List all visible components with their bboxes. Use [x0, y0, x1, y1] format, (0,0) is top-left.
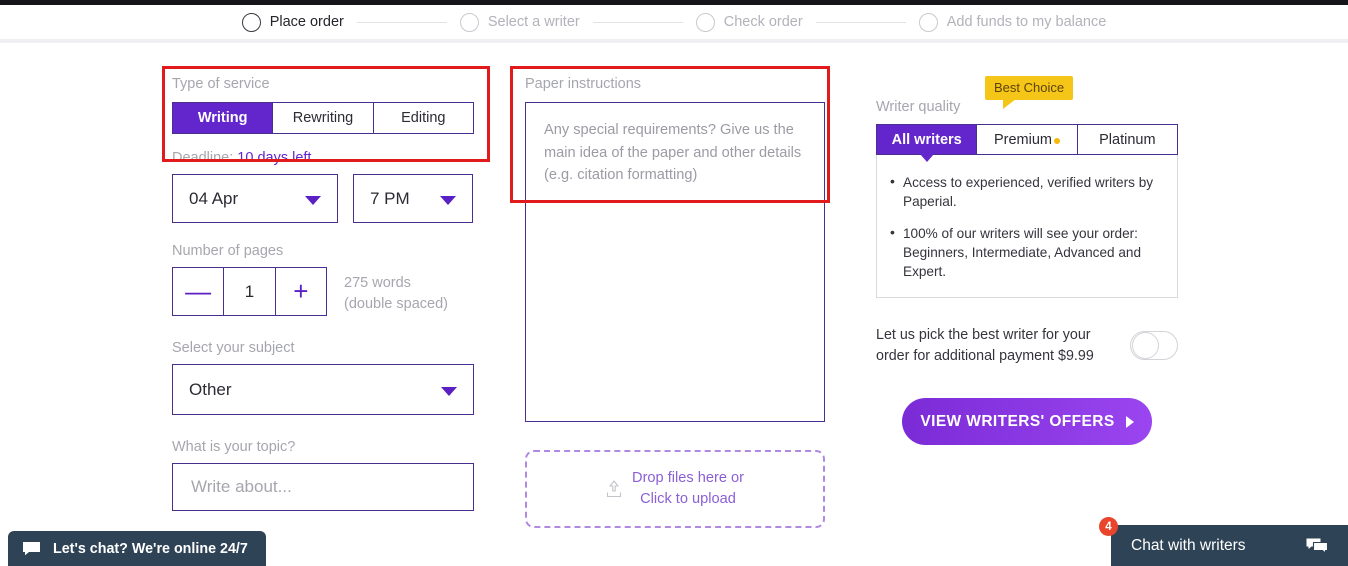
- chevron-down-icon: [440, 195, 456, 205]
- order-progress-steps: Place order Select a writer Check order …: [0, 5, 1348, 39]
- header-divider: [0, 39, 1348, 43]
- subject-value: Other: [189, 379, 232, 399]
- deadline-time-select[interactable]: 7 PM: [353, 174, 473, 223]
- dropzone-line-1: Drop files here or: [632, 469, 744, 486]
- step-add-funds[interactable]: Add funds to my balance: [918, 12, 1107, 32]
- cta-label: VIEW WRITERS' OFFERS: [920, 412, 1115, 430]
- order-form-page: Place order Select a writer Check order …: [0, 0, 1348, 566]
- increase-pages-button[interactable]: +: [274, 268, 326, 315]
- dropzone-line-2: Click to upload: [640, 491, 736, 507]
- best-writer-option-row: Let us pick the best writer for your ord…: [876, 325, 1178, 366]
- writer-tab-platinum[interactable]: Platinum: [1076, 125, 1177, 154]
- step-place-order[interactable]: Place order: [241, 12, 344, 32]
- pages-stepper: — 1 +: [172, 267, 327, 316]
- benefit-item: Access to experienced, verified writers …: [885, 172, 1163, 212]
- deadline-selects: 04 Apr 7 PM: [172, 174, 474, 223]
- deadline-date-select[interactable]: 04 Apr: [172, 174, 338, 223]
- writer-tab-premium-label: Premium: [993, 131, 1052, 148]
- topic-label: What is your topic?: [172, 439, 296, 455]
- word-count-value: 275 words: [344, 275, 411, 291]
- premium-dot-icon: [1054, 137, 1060, 144]
- dropzone-text: Drop files here or Click to upload: [632, 468, 744, 510]
- step-radio-icon: [241, 12, 261, 32]
- step-radio-icon: [695, 12, 715, 32]
- writer-tab-premium[interactable]: Premium: [976, 125, 1076, 154]
- chat-with-writers-text: Chat with writers: [1131, 536, 1246, 554]
- chat-bubble-icon: [23, 542, 40, 556]
- chevron-down-icon: [305, 195, 321, 205]
- writer-quality-label: Writer quality: [876, 99, 961, 115]
- chevron-right-icon: [1125, 415, 1134, 428]
- topic-input[interactable]: [172, 463, 474, 511]
- best-choice-badge: Best Choice: [985, 76, 1074, 109]
- view-writers-offers-button[interactable]: VIEW WRITERS' OFFERS: [902, 398, 1152, 446]
- toggle-knob: [1132, 332, 1159, 360]
- decrease-pages-button[interactable]: —: [173, 268, 223, 315]
- writer-quality-benefits: Access to experienced, verified writers …: [876, 155, 1178, 299]
- highlight-paper-instructions: [510, 66, 830, 203]
- chat-windows-icon: [1306, 538, 1328, 554]
- upload-icon: [606, 480, 622, 498]
- step-connector: [356, 21, 447, 23]
- step-label: Check order: [723, 14, 803, 30]
- file-dropzone[interactable]: Drop files here or Click to upload: [525, 450, 825, 528]
- chat-unread-badge: 4: [1099, 517, 1118, 536]
- step-radio-icon: [918, 12, 938, 32]
- best-writer-option-text: Let us pick the best writer for your ord…: [876, 327, 1094, 364]
- deadline-time-value: 7 PM: [370, 188, 410, 208]
- word-count-spacing: (double spaced): [344, 296, 448, 313]
- writer-quality-column: Writer quality All writers Premium Plati…: [876, 98, 1178, 446]
- subject-select[interactable]: Other: [172, 364, 474, 415]
- step-radio-icon: [459, 12, 479, 32]
- benefit-item: 100% of our writers will see your order:…: [885, 223, 1163, 282]
- live-chat-text: Let's chat? We're online 24/7: [53, 540, 248, 557]
- step-label: Select a writer: [487, 14, 580, 30]
- chevron-down-icon: [441, 386, 457, 396]
- pages-row: — 1 + 275 words (double spaced): [172, 267, 474, 316]
- word-count-note: 275 words (double spaced): [344, 273, 448, 315]
- number-of-pages-label: Number of pages: [172, 243, 284, 259]
- deadline-date-value: 04 Apr: [189, 188, 239, 208]
- step-select-a-writer[interactable]: Select a writer: [459, 12, 580, 32]
- writer-quality-tabs: All writers Premium Platinum: [876, 124, 1178, 162]
- step-connector: [815, 21, 906, 23]
- step-connector: [592, 21, 683, 23]
- highlight-type-of-service: [162, 66, 490, 162]
- step-check-order[interactable]: Check order: [695, 12, 803, 32]
- step-label: Place order: [269, 14, 344, 30]
- chat-with-writers-widget[interactable]: Chat with writers: [1111, 525, 1348, 566]
- best-writer-toggle[interactable]: [1130, 331, 1178, 361]
- pages-count-input[interactable]: 1: [223, 268, 274, 315]
- live-chat-widget[interactable]: Let's chat? We're online 24/7: [8, 531, 266, 566]
- subject-label: Select your subject: [172, 340, 295, 356]
- writer-tab-all-writers[interactable]: All writers: [877, 125, 977, 162]
- step-label: Add funds to my balance: [946, 14, 1107, 30]
